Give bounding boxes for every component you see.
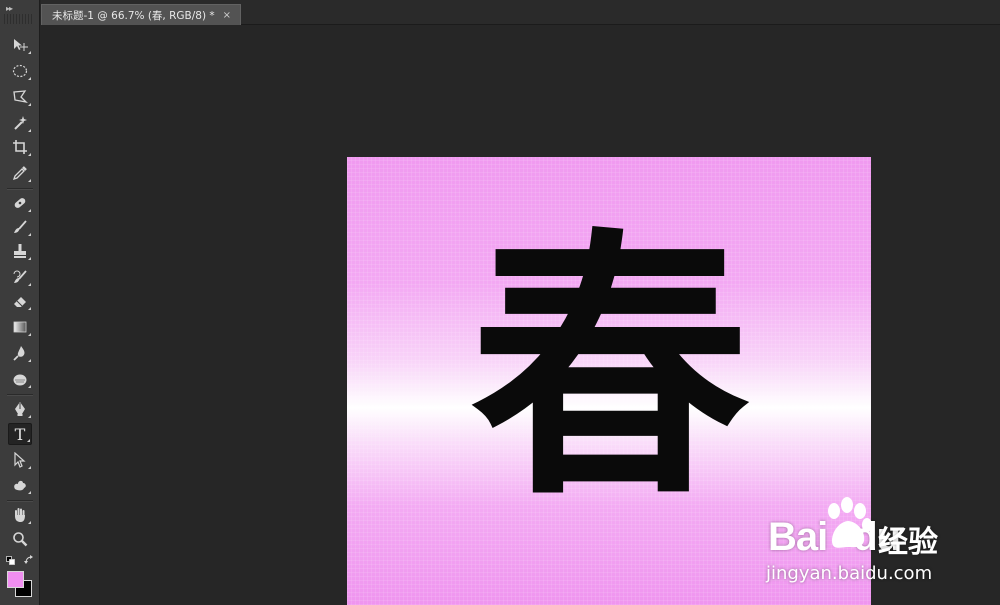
polygonal-lasso-tool[interactable] <box>8 86 32 108</box>
zoom-tool[interactable] <box>8 528 32 550</box>
history-brush-icon <box>13 270 27 283</box>
swap-colors-icon[interactable] <box>24 555 34 565</box>
default-colors-icon[interactable] <box>6 556 15 565</box>
magic-wand-icon <box>14 116 27 130</box>
custom-shape-tool[interactable] <box>8 474 32 496</box>
stamp-icon <box>14 244 26 258</box>
type-tool[interactable]: T <box>8 423 32 445</box>
move-icon <box>14 39 28 51</box>
watermark-url: jingyan.baidu.com <box>766 563 933 584</box>
baidu-paw-icon <box>828 497 872 548</box>
panel-grip[interactable] <box>4 14 34 24</box>
crop-tool[interactable] <box>8 136 32 158</box>
canvas-text-layer[interactable]: 春 <box>465 209 755 529</box>
eraser-tool[interactable] <box>8 290 32 312</box>
ellipse-marquee-icon <box>12 64 28 78</box>
dodge-tool[interactable] <box>8 368 32 390</box>
eraser-icon <box>14 297 26 307</box>
toolbar-separator <box>7 500 33 501</box>
blur-drop-icon <box>13 346 25 361</box>
spot-healing-tool[interactable] <box>8 192 32 214</box>
brush-tool[interactable] <box>8 216 32 238</box>
document-tab-bar: 未标题-1 @ 66.7% (春, RGB/8) * × <box>41 0 1000 25</box>
path-selection-tool[interactable] <box>8 449 32 471</box>
collapse-panel-icon[interactable]: ▸▸ <box>6 4 13 13</box>
bandage-icon <box>14 198 26 208</box>
toolbar-separator <box>7 188 33 189</box>
zoom-icon <box>13 532 28 547</box>
gradient-tool[interactable] <box>8 316 32 338</box>
elliptical-marquee-tool[interactable] <box>8 60 32 82</box>
lasso-icon <box>13 90 28 104</box>
eyedropper-icon <box>12 166 27 181</box>
clone-stamp-tool[interactable] <box>8 240 32 262</box>
hand-icon <box>15 508 25 522</box>
type-icon: T <box>14 424 26 444</box>
hand-tool[interactable] <box>8 504 32 526</box>
dodge-icon <box>13 374 27 386</box>
document-tab-title: 未标题-1 @ 66.7% (春, RGB/8) * <box>52 9 215 22</box>
shape-icon <box>14 480 26 491</box>
document-tab[interactable]: 未标题-1 @ 66.7% (春, RGB/8) * × <box>41 4 241 25</box>
toolbar-separator <box>7 394 33 395</box>
blur-tool[interactable] <box>8 342 32 364</box>
brush-icon <box>14 220 27 233</box>
move-tool[interactable] <box>8 34 32 56</box>
eyedropper-tool[interactable] <box>8 162 32 184</box>
pen-tool[interactable] <box>8 398 32 420</box>
baidu-jingyan-watermark: Bai du 经验 jingyan.baidu.com <box>760 495 960 595</box>
close-icon[interactable]: × <box>223 10 231 21</box>
watermark-jingyan: 经验 <box>878 525 938 560</box>
crop-icon <box>13 140 27 154</box>
history-brush-tool[interactable] <box>8 266 32 288</box>
pen-icon <box>15 402 25 416</box>
tools-panel: ▸▸ T <box>0 0 40 605</box>
magic-wand-tool[interactable] <box>8 112 32 134</box>
foreground-color-swatch[interactable] <box>7 571 24 588</box>
gradient-icon <box>13 321 27 333</box>
path-select-icon <box>14 452 26 468</box>
